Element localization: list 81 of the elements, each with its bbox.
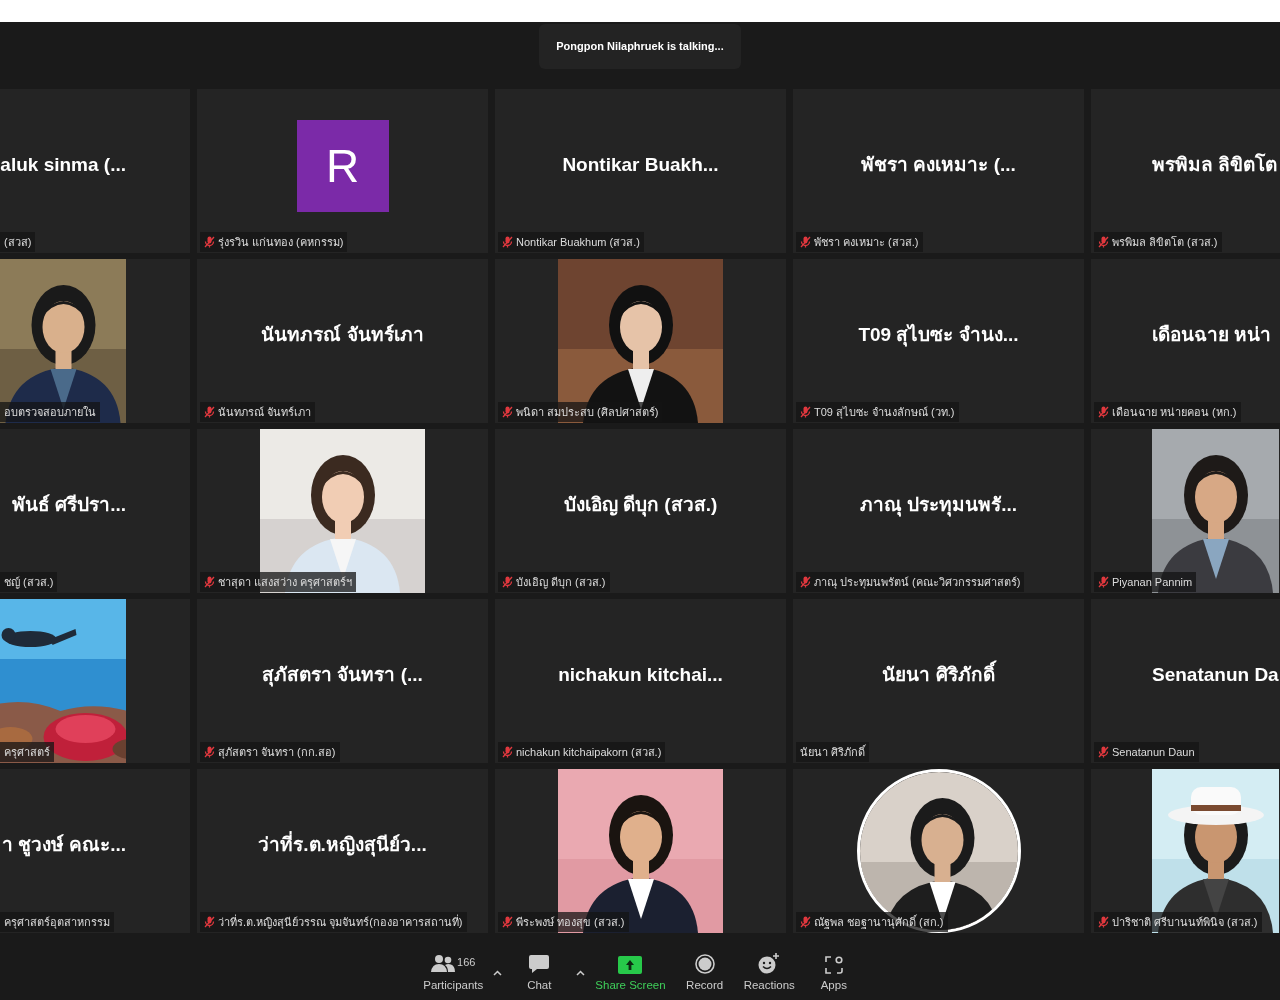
participant-name: า ชูวงษ์ คณะ... [1, 832, 126, 859]
participant-name: Nontikar Buakh... [562, 152, 719, 177]
participant-name: ภาณุ ประทุมนพรั... [859, 492, 1018, 519]
name-label: ครุศาสตร์อุตสาหกรรม [4, 914, 110, 930]
name-label: พนิดา สมประสบ (ศิลปศาสตร์) [516, 404, 659, 420]
video-tile[interactable]: Nontikar Buakh... Nontikar Buakhum (สวส.) [495, 89, 786, 253]
name-label: พีระพงษ์ ทองสุข (สวส.) [516, 914, 625, 930]
video-tile[interactable]: า ชูวงษ์ คณะ... ครุศาสตร์อุตสาหกรรม [0, 769, 190, 933]
participant-name: บังเอิญ ดีบุก (สวส.) [563, 492, 718, 519]
smiley-plus-icon [758, 952, 781, 974]
name-label: สุภัสตรา จันทรา (กก.สอ) [218, 744, 336, 760]
video-tile[interactable]: R รุ่งรวิน แก่นทอง (คหกรรม) [197, 89, 488, 253]
name-label: Nontikar Buakhum (สวส.) [516, 234, 640, 250]
participant-name: พัชรา คงเหมาะ (... [861, 152, 1016, 177]
name-label: นัยนา ศิริภักดิ์ [800, 743, 866, 760]
video-tile[interactable]: พัชรา คงเหมาะ (... พัชรา คงเหมาะ (สวส.) [793, 89, 1084, 253]
name-label: พรพิมล ลิขิตโต (สวส.) [1112, 234, 1218, 250]
name-label: ครุศาสตร์ [4, 744, 50, 760]
participant-name: Senatanun Da [1152, 662, 1279, 687]
record-button[interactable]: Record [673, 953, 736, 994]
video-tile[interactable]: ภาณุ ประทุมนพรั... ภาณุ ประทุมนพรัตน์ (คณะวิศวกรรมศาสตร์) [793, 429, 1084, 593]
video-tile[interactable]: nichakun kitchai... nichakun kitchaipakorn (สวส.) [495, 599, 786, 763]
name-label: (สวส) [4, 234, 32, 250]
chat-button[interactable]: Chat [504, 953, 567, 994]
participant-name: พรพิมล ลิขิตโต [1152, 152, 1278, 177]
participant-name: นัยนา ศิริภักดิ์ [882, 660, 995, 690]
video-tile[interactable]: aluk sinma (... (สวส) [0, 89, 190, 253]
video-tile[interactable]: พนิดา สมประสบ (ศิลปศาสตร์) [495, 259, 786, 423]
participant-name: สุภัสตรา จันทรา (... [262, 662, 423, 689]
name-label: นันทภรณ์ จันทร์เภา [218, 404, 312, 420]
video-tile[interactable]: ชาสุดา แสงสว่าง ครุศาสตร์ฯ [197, 429, 488, 593]
participants-button[interactable]: 166 Participants [415, 953, 484, 994]
video-tile[interactable]: พรพิมล ลิขิตโต พรพิมล ลิขิตโต (สวส.) [1091, 89, 1280, 253]
apps-icon [824, 955, 843, 974]
name-label: ภาณุ ประทุมนพรัตน์ (คณะวิศวกรรมศาสตร์) [814, 574, 1021, 590]
name-label: Senatanun Daun [1112, 744, 1195, 760]
video-tile[interactable]: Piyanan Pannim [1091, 429, 1280, 593]
participant-name: aluk sinma (... [0, 152, 126, 177]
participant-name: เดือนฉาย หน่า [1152, 322, 1272, 347]
name-label: อบตรวจสอบภายใน [4, 404, 96, 420]
talking-notice: Pongpon Nilaphruek is talking... [539, 24, 741, 69]
avatar-letter: R [296, 120, 389, 212]
name-label: ณัฐพล ชอฐานานุศักดิ์ (สก.) [814, 913, 944, 930]
participant-name: พันธ์ ศรีปรา... [11, 492, 126, 517]
video-tile[interactable]: ครุศาสตร์ [0, 599, 190, 763]
video-tile[interactable]: เดือนฉาย หน่า เดือนฉาย หน่ายคอน (หก.) [1091, 259, 1280, 423]
name-label: T09 สุไบซะ จำนงลักษณ์ (วท.) [814, 404, 955, 420]
name-label: พัชรา คงเหมาะ (สวส.) [814, 234, 919, 250]
name-label: nichakun kitchaipakorn (สวส.) [516, 744, 662, 760]
video-tile[interactable]: บังเอิญ ดีบุก (สวส.) บังเอิญ ดีบุก (สวส.) [495, 429, 786, 593]
chat-bubble-icon [528, 953, 551, 974]
video-tile[interactable]: พันธ์ ศรีปรา... ชญ์ (สวส.) [0, 429, 190, 593]
video-tile[interactable]: ว่าที่ร.ต.หญิงสุนีย์ว... ว่าที่ร.ต.หญิงสุนีย์วรรณ จุมจันทร์(กองอาคารสถานที่) [197, 769, 488, 933]
name-label: Piyanan Pannim [1112, 574, 1193, 590]
people-icon [431, 953, 456, 974]
apps-button[interactable]: Apps [802, 955, 865, 994]
video-tile[interactable]: ปาริชาติ ศรีบานนท์พินิจ (สวส.) [1091, 769, 1280, 933]
video-tile[interactable]: นัยนา ศิริภักดิ์ นัยนา ศิริภักดิ์ [793, 599, 1084, 763]
name-label: บังเอิญ ดีบุก (สวส.) [516, 574, 606, 590]
video-tile[interactable]: พีระพงษ์ ทองสุข (สวส.) [495, 769, 786, 933]
participant-count: 166 [457, 954, 476, 970]
video-tile[interactable]: อบตรวจสอบภายใน [0, 259, 190, 423]
name-label: รุ่งรวิน แก่นทอง (คหกรรม) [218, 234, 344, 250]
video-tile[interactable]: T09 สุไบซะ จำนง... T09 สุไบซะ จำนงลักษณ์ (วท.) [793, 259, 1084, 423]
share-screen-button[interactable]: Share Screen [587, 955, 674, 994]
video-tile[interactable]: นันทภรณ์ จันทร์เภา นันทภรณ์ จันทร์เภา [197, 259, 488, 423]
name-label: ชาสุดา แสงสว่าง ครุศาสตร์ฯ [218, 574, 353, 590]
participant-name: T09 สุไบซะ จำนง... [858, 322, 1019, 349]
name-label: ปาริชาติ ศรีบานนท์พินิจ (สวส.) [1112, 914, 1258, 930]
video-tile[interactable]: สุภัสตรา จันทรา (... สุภัสตรา จันทรา (กก.สอ) [197, 599, 488, 763]
video-tile[interactable]: Senatanun Da Senatanun Daun [1091, 599, 1280, 763]
participant-name: นันทภรณ์ จันทร์เภา [261, 322, 424, 347]
participant-name: ว่าที่ร.ต.หญิงสุนีย์ว... [258, 830, 427, 859]
reactions-button[interactable]: Reactions [735, 952, 803, 994]
record-icon [694, 953, 715, 974]
share-screen-icon [618, 955, 643, 974]
name-label: ว่าที่ร.ต.หญิงสุนีย์วรรณ จุมจันทร์(กองอาคารสถานที่) [218, 913, 463, 930]
participant-name: nichakun kitchai... [558, 662, 723, 687]
name-label: ชญ์ (สวส.) [4, 574, 54, 590]
video-tile[interactable]: ณัฐพล ชอฐานานุศักดิ์ (สก.) [793, 769, 1084, 933]
name-label: เดือนฉาย หน่ายคอน (หก.) [1112, 404, 1237, 420]
